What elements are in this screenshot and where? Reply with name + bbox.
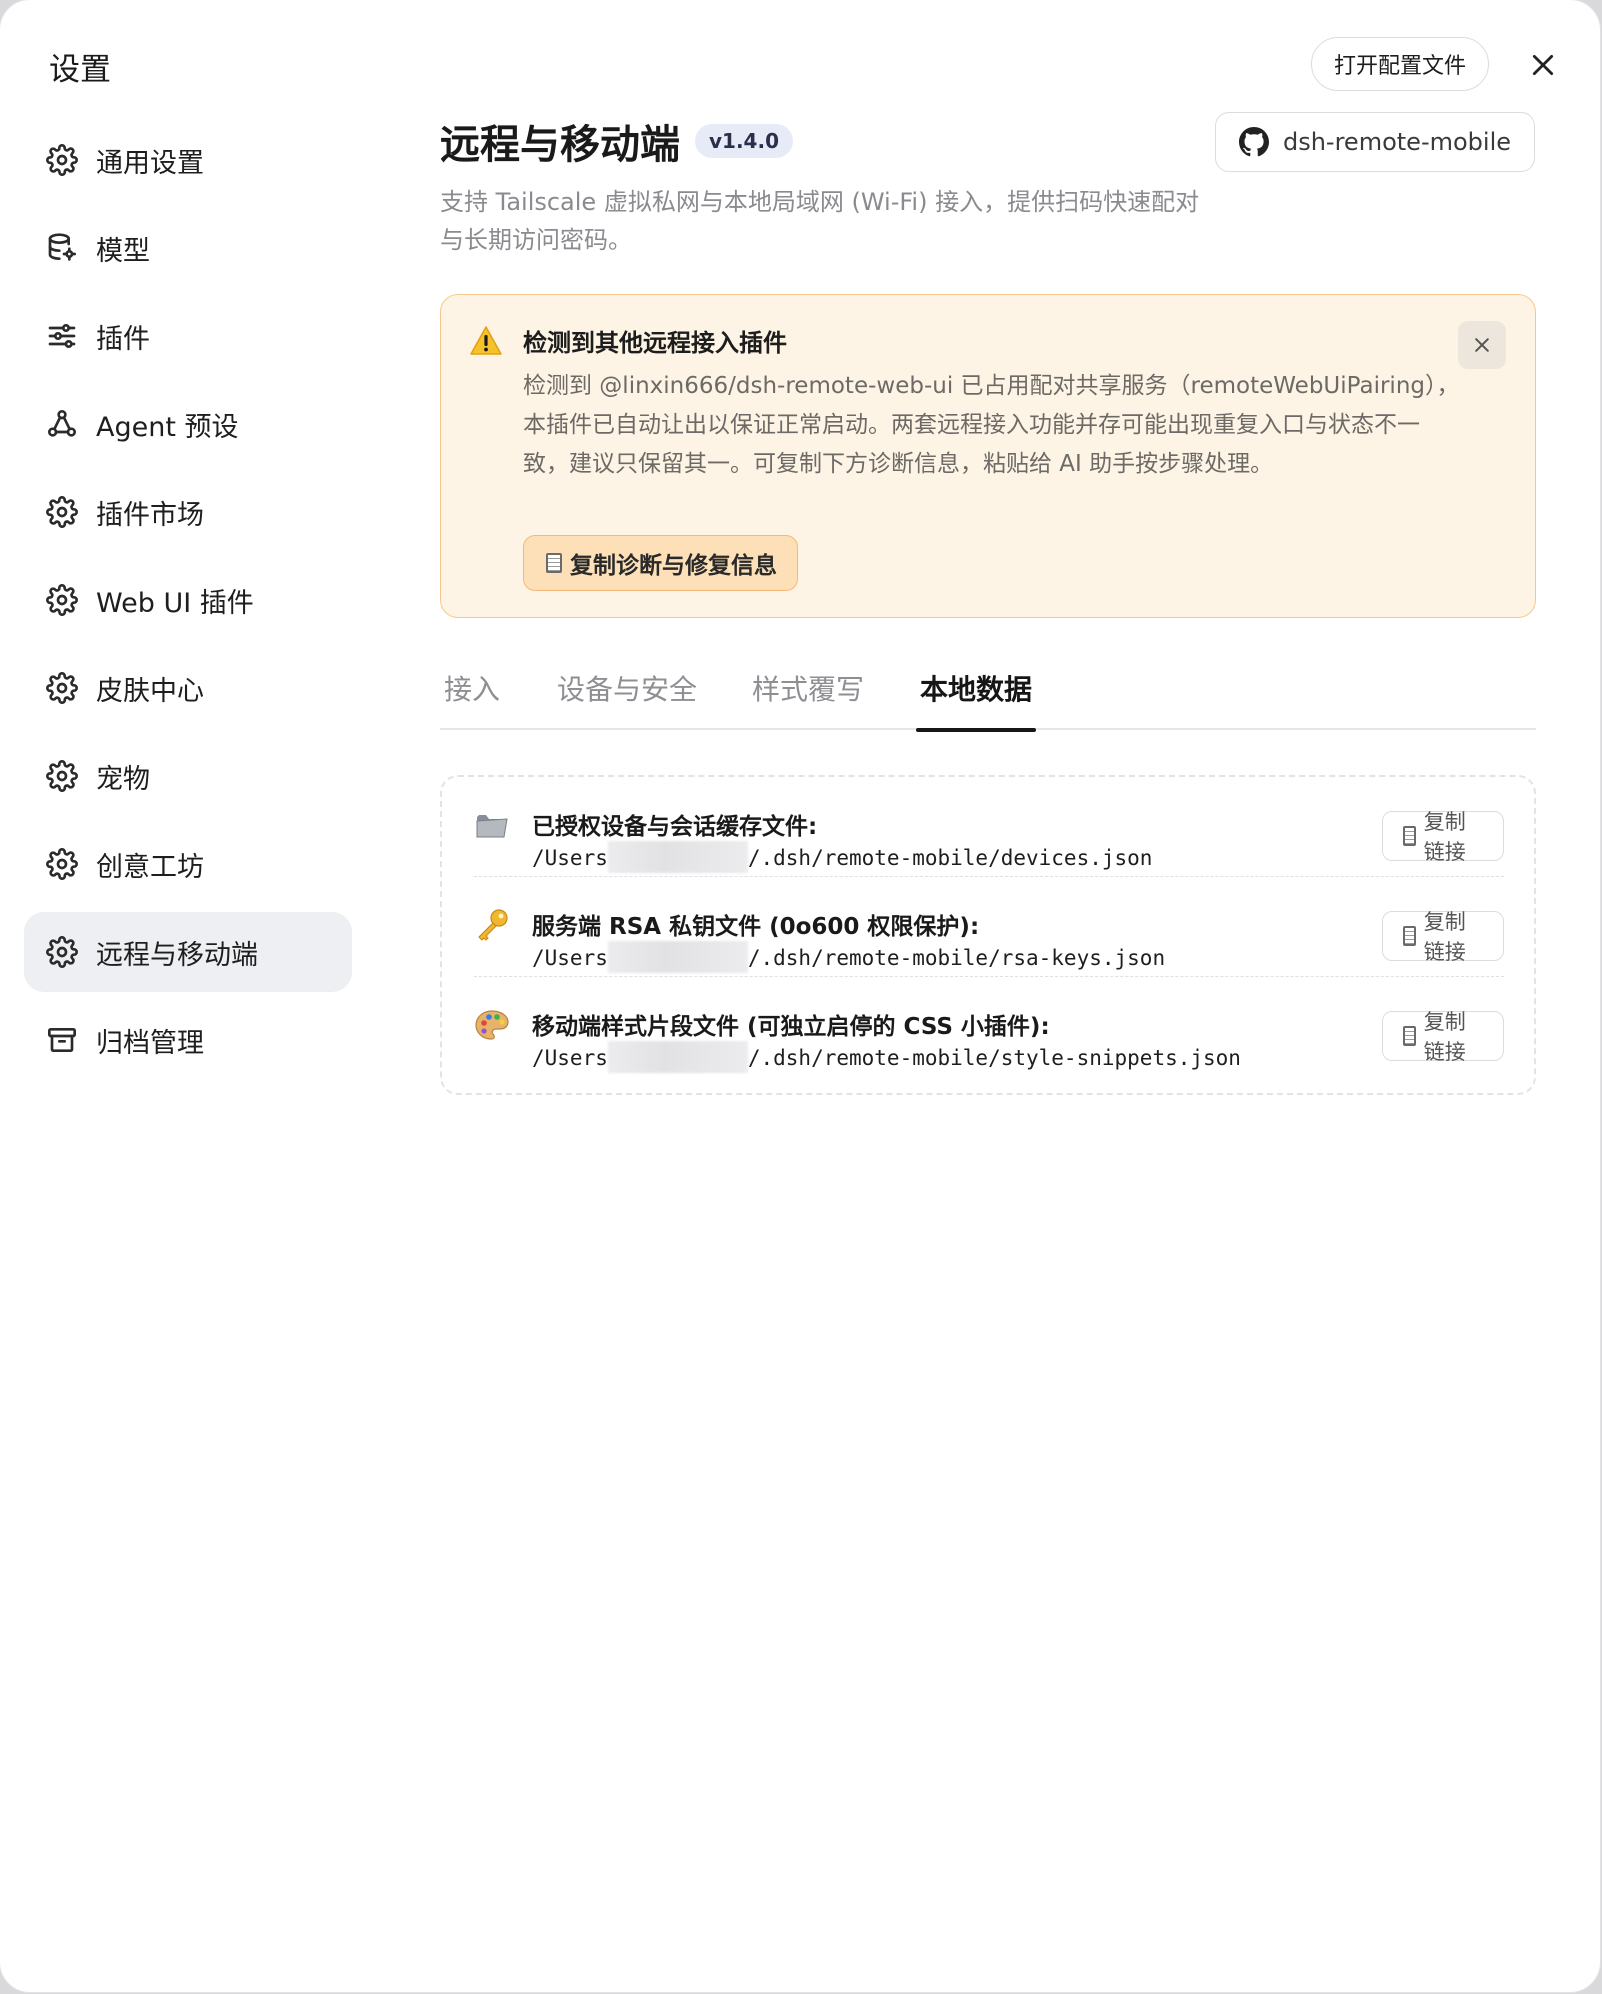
gear-icon: [46, 672, 78, 704]
sidebar-item-label: Web UI 插件: [96, 587, 254, 619]
sidebar-item-label: 远程与移动端: [96, 939, 258, 971]
copy-diagnostics-button[interactable]: 复制诊断与修复信息: [523, 535, 798, 591]
copy-link-label: 复制链接: [1423, 1010, 1466, 1064]
redacted-segment: [607, 1041, 748, 1073]
page-title: 远程与移动端: [440, 122, 680, 168]
close-window-button[interactable]: [1524, 46, 1562, 84]
palette-icon: [475, 1010, 509, 1040]
gear-icon: [46, 936, 78, 968]
sidebar-item-label: 插件: [96, 323, 150, 355]
gear-icon: [46, 584, 78, 616]
sidebar-item-models[interactable]: 模型: [24, 208, 352, 288]
sidebar-item-webui-plugins[interactable]: Web UI 插件: [24, 560, 352, 640]
list-item: 服务端 RSA 私钥文件 (0o600 权限保护): /Users /.dsh/r…: [474, 877, 1504, 977]
gear-icon: [46, 144, 78, 176]
path-prefix: /Users: [532, 946, 608, 970]
tab-devices-security[interactable]: 设备与安全: [557, 656, 697, 730]
file-title: 移动端样式片段文件 (可独立启停的 CSS 小插件):: [532, 1014, 1050, 1040]
sidebar-item-skins[interactable]: 皮肤中心: [24, 648, 352, 728]
sidebar-item-remote-mobile[interactable]: 远程与移动端: [24, 912, 352, 992]
local-data-file-list: 已授权设备与会话缓存文件: /Users /.dsh/remote-mobile/…: [440, 775, 1536, 1095]
redacted-segment: [607, 941, 748, 973]
page-subtitle: 支持 Tailscale 虚拟私网与本地局域网 (Wi-Fi) 接入，提供扫码快…: [440, 188, 1200, 254]
database-gear-icon: [48, 233, 76, 261]
sidebar-item-label: 归档管理: [96, 1027, 204, 1059]
file-path: /Users /.dsh/remote-mobile/style-snippets…: [532, 1041, 1241, 1073]
app-title: 设置: [49, 52, 111, 88]
path-suffix: /.dsh/remote-mobile/devices.json: [747, 846, 1153, 870]
warning-message: 检测到 @linxin666/dsh-remote-web-ui 已占用配对共享…: [523, 373, 1460, 477]
tab-local-data[interactable]: 本地数据: [915, 656, 1037, 732]
dismiss-warning-button[interactable]: [1458, 321, 1506, 369]
sidebar-item-label: 创意工坊: [96, 851, 204, 883]
path-suffix: /.dsh/remote-mobile/style-snippets.json: [747, 1046, 1241, 1070]
clipboard-icon: [546, 553, 562, 573]
path-suffix: /.dsh/remote-mobile/rsa-keys.json: [747, 946, 1166, 970]
clipboard-icon: [1403, 1026, 1416, 1046]
folder-icon: [476, 815, 508, 838]
repo-label: dsh-remote-mobile: [1282, 128, 1511, 156]
conflict-warning-banner: 检测到其他远程接入插件 检测到 @linxin666/dsh-remote-we…: [440, 294, 1536, 618]
tab-bar: 接入 设备与安全 样式覆写 本地数据: [440, 656, 1536, 732]
close-icon: [1475, 338, 1489, 352]
sidebar-item-agent-presets[interactable]: Agent 预设: [24, 384, 352, 464]
clipboard-icon: [1403, 926, 1416, 946]
gear-icon: [46, 848, 78, 880]
settings-window: 设置 通用设置 模型 插件 Agent 预设 插件市场 Web UI 插件 皮肤…: [0, 0, 1600, 1992]
warning-icon: [470, 326, 502, 355]
version-badge: v1.4.0: [695, 124, 793, 158]
path-prefix: /Users: [532, 1046, 608, 1070]
clipboard-icon: [1403, 826, 1416, 846]
copy-link-button[interactable]: 复制链接: [1382, 910, 1504, 964]
gear-icon: [46, 760, 78, 792]
sidebar-item-label: 皮肤中心: [96, 675, 204, 707]
sidebar-item-archive[interactable]: 归档管理: [24, 1000, 352, 1080]
tab-style-override[interactable]: 样式覆写: [752, 656, 864, 730]
close-icon: [1532, 54, 1554, 76]
open-config-file-button[interactable]: 打开配置文件: [1311, 37, 1490, 91]
file-path: /Users /.dsh/remote-mobile/rsa-keys.json: [532, 941, 1165, 973]
copy-link-button[interactable]: 复制链接: [1382, 1010, 1504, 1064]
sidebar-item-general[interactable]: 通用设置: [24, 120, 352, 200]
list-item: 已授权设备与会话缓存文件: /Users /.dsh/remote-mobile/…: [474, 777, 1504, 877]
sidebar-item-workshop[interactable]: 创意工坊: [24, 824, 352, 904]
github-repo-button[interactable]: dsh-remote-mobile: [1215, 112, 1535, 172]
sidebar-item-label: 通用设置: [96, 147, 204, 179]
gear-icon: [46, 496, 78, 528]
sidebar-item-plugins[interactable]: 插件: [24, 296, 352, 376]
tab-access[interactable]: 接入: [444, 656, 500, 730]
key-icon: [478, 909, 508, 941]
sidebar-item-pets[interactable]: 宠物: [24, 736, 352, 816]
sidebar: 通用设置 模型 插件 Agent 预设 插件市场 Web UI 插件 皮肤中心: [24, 120, 352, 1088]
github-icon: [1238, 127, 1269, 157]
copy-link-button[interactable]: 复制链接: [1382, 810, 1504, 864]
list-item: 移动端样式片段文件 (可独立启停的 CSS 小插件): /Users /.dsh/…: [474, 977, 1504, 1077]
warning-title: 检测到其他远程接入插件: [523, 329, 787, 357]
sidebar-item-label: 插件市场: [96, 499, 204, 531]
sliders-icon: [48, 324, 76, 348]
sidebar-item-label: 宠物: [96, 763, 150, 795]
archive-icon: [48, 1028, 76, 1052]
file-title: 服务端 RSA 私钥文件 (0o600 权限保护):: [532, 914, 980, 940]
file-path: /Users /.dsh/remote-mobile/devices.json: [532, 841, 1152, 873]
path-prefix: /Users: [532, 846, 608, 870]
copy-link-label: 复制链接: [1423, 810, 1466, 864]
redacted-segment: [607, 841, 748, 873]
sidebar-item-label: 模型: [96, 235, 150, 267]
sidebar-item-label: Agent 预设: [96, 411, 239, 443]
copy-diagnostics-label: 复制诊断与修复信息: [570, 553, 777, 579]
sidebar-item-plugin-market[interactable]: 插件市场: [24, 472, 352, 552]
file-title: 已授权设备与会话缓存文件:: [532, 814, 818, 840]
copy-link-label: 复制链接: [1423, 910, 1466, 964]
nodes-icon: [48, 410, 76, 437]
